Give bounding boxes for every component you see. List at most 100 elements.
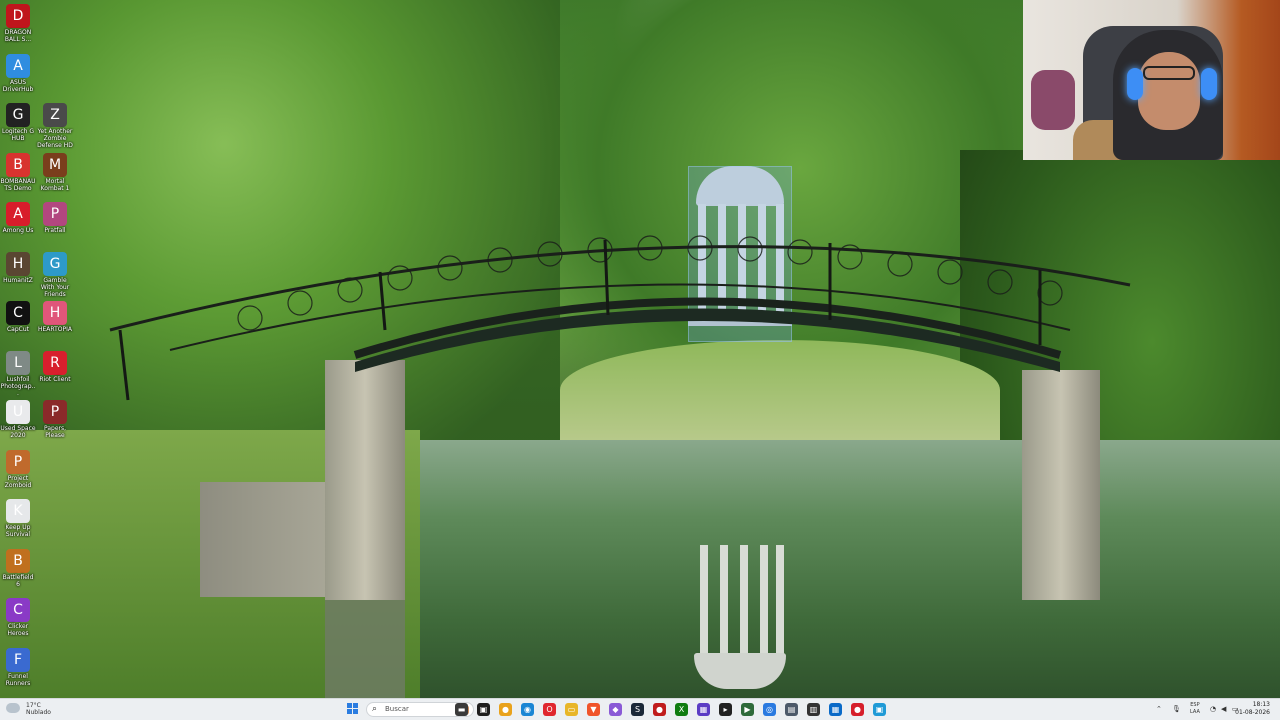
webcam-overlay (1023, 0, 1280, 160)
desktop-icon-label: Papers, Please (43, 425, 67, 439)
taskbar-app-app-15-icon[interactable]: ◎ (763, 703, 776, 716)
taskbar-app-edge-icon[interactable]: ◉ (521, 703, 534, 716)
taskbar-app-xbox-icon[interactable]: X (675, 703, 688, 716)
desktop-icon[interactable]: A Among Us (0, 202, 36, 234)
taskbar: 17°C Nublado ⌕ Buscar ▬ ▣ ● ◉ O ▭ ▼ ◆ S ● X ▦ ▸ ▶ ◎ ▤ ▥ ▦… (0, 698, 1280, 720)
desktop-icon[interactable]: A ASUS DriverHub (0, 53, 36, 93)
desktop-icon-label: Battlefield 6 (2, 573, 34, 588)
app-icon: D (6, 4, 30, 28)
desktop-icon[interactable]: L Lushfoil Photograp... (0, 350, 36, 397)
app-icon: P (43, 400, 67, 424)
taskbar-app-app-14-icon[interactable]: ▶ (741, 703, 754, 716)
taskbar-app-opera-icon[interactable]: O (543, 703, 556, 716)
desktop-icon-label: HumanitZ (3, 276, 33, 284)
desktop-icon[interactable]: B BOMBANAUTS Demo (0, 152, 36, 192)
desktop-icon[interactable]: C CapCut (0, 301, 36, 333)
desktop-icon[interactable]: Z Yet Another Zombie Defense HD (37, 103, 73, 149)
wallpaper-bridge-pier-right (1022, 370, 1100, 600)
desktop-icon[interactable]: D DRAGON BALL S... (0, 4, 36, 43)
desktop-icon-label: Keep Up Survival (5, 524, 31, 538)
app-icon: G (6, 103, 30, 127)
taskbar-app-terminal-icon[interactable]: ▸ (719, 703, 732, 716)
taskbar-app-chrome-icon[interactable]: ● (499, 703, 512, 716)
desktop-icon-label: Project Zomboid (4, 474, 32, 489)
person-face (1138, 52, 1200, 130)
desktop-icon[interactable]: M Mortal Kombat 1 (37, 152, 73, 192)
desktop-icon-label: DRAGON BALL S... (4, 29, 32, 43)
desktop-icon[interactable]: P Pratfall (37, 202, 73, 234)
taskbar-app-brave-icon[interactable]: ▼ (587, 703, 600, 716)
taskbar-app-app-20-icon[interactable]: ▣ (873, 703, 886, 716)
start-button[interactable] (347, 703, 359, 715)
tray-overflow-chevron-icon[interactable]: ⌃ (1156, 703, 1162, 715)
app-icon: A (6, 202, 30, 226)
app-icon: Z (43, 103, 67, 127)
app-icon: P (6, 449, 30, 474)
desktop-icon[interactable]: G Gamble With Your Friends (37, 251, 73, 298)
desktop-icon[interactable]: P Papers, Please (37, 400, 73, 439)
selection-rectangle (688, 166, 792, 342)
desktop-icon[interactable]: B Battlefield 6 (0, 548, 36, 588)
wifi-icon[interactable]: ◔ (1210, 703, 1216, 715)
app-icon: G (43, 251, 67, 276)
volume-icon[interactable]: ◀ (1221, 703, 1226, 715)
search-icon: ⌕ (372, 704, 378, 714)
desktop-icon-label: CapCut (6, 326, 30, 333)
desktop-icon-label: BOMBANAUTS Demo (0, 177, 36, 192)
windows-logo-icon (347, 703, 352, 708)
headphone-icon (1201, 68, 1217, 100)
desktop-icon[interactable]: R Riot Client (37, 350, 73, 383)
app-icon: R (43, 350, 67, 375)
desktop-icon-label: Funnel Runners (5, 672, 31, 687)
wallpaper-trees-left (0, 0, 560, 480)
app-icon: H (6, 251, 30, 276)
weather-condition: Nublado (26, 709, 51, 716)
app-icon: U (6, 400, 30, 424)
taskbar-app-app-10-icon[interactable]: ● (653, 703, 666, 716)
headphone-icon (1127, 68, 1143, 100)
desktop-icon[interactable]: G Logitech G HUB (0, 103, 36, 142)
desktop-icon-label: Yet Another Zombie Defense HD (37, 128, 73, 149)
app-icon: M (43, 152, 67, 177)
desktop-icon-label: Logitech G HUB (1, 128, 35, 142)
app-icon: F (6, 647, 30, 672)
glasses (1143, 66, 1195, 80)
taskbar-app-app-8-icon[interactable]: ◆ (609, 703, 622, 716)
taskbar-clock[interactable]: 18:13 01-08-2026 (1235, 701, 1270, 717)
app-icon: K (6, 499, 30, 523)
wallpaper-temple-reflection (694, 545, 786, 695)
microphone-icon[interactable]: 🎙 (1172, 703, 1181, 715)
desktop-icon[interactable]: F Funnel Runners (0, 647, 36, 687)
desktop-icon[interactable]: K Keep Up Survival (0, 499, 36, 538)
taskbar-app-folder-icon[interactable]: ▭ (565, 703, 578, 716)
app-icon: L (6, 350, 30, 375)
desktop-icon-label: Gamble With Your Friends (40, 276, 70, 298)
desktop-icon[interactable]: P Project Zomboid (0, 449, 36, 489)
app-icon: H (43, 301, 67, 325)
taskbar-app-app-18-icon[interactable]: ▦ (829, 703, 842, 716)
desktop-icon[interactable]: U Used Space 2020 (0, 400, 36, 439)
desktop-icon[interactable]: H HEARTOPIA (37, 301, 73, 333)
language-indicator[interactable]: ESP LAA (1190, 702, 1200, 716)
taskbar-app-app-12-icon[interactable]: ▦ (697, 703, 710, 716)
desktop-icon-label: Used Space 2020 (0, 425, 36, 439)
desktop-icon-label: Clicker Heroes (7, 623, 29, 637)
desktop-icon-label: Mortal Kombat 1 (40, 177, 70, 192)
taskbar-app-app-2-icon[interactable]: ▣ (477, 703, 490, 716)
desktop-icon-label: Among Us (2, 227, 34, 234)
desktop-icon-label: HEARTOPIA (37, 326, 73, 333)
taskbar-app-file-explorer-icon[interactable]: ▬ (455, 703, 468, 716)
wallpaper-lake (400, 440, 1280, 698)
taskbar-app-app-17-icon[interactable]: ▥ (807, 703, 820, 716)
app-icon: A (6, 53, 30, 78)
desktop-icon-label: Riot Client (39, 375, 71, 383)
taskbar-app-steam-icon[interactable]: S (631, 703, 644, 716)
desktop-icon[interactable]: H HumanitZ (0, 251, 36, 284)
taskbar-app-app-19-icon[interactable]: ● (851, 703, 864, 716)
weather-widget[interactable]: 17°C Nublado (6, 702, 51, 716)
desktop-icon[interactable]: C Clicker Heroes (0, 598, 36, 637)
clock-date: 01-08-2026 (1235, 709, 1270, 716)
search-placeholder: Buscar (385, 705, 409, 713)
app-icon: C (6, 598, 30, 622)
taskbar-app-app-16-icon[interactable]: ▤ (785, 703, 798, 716)
